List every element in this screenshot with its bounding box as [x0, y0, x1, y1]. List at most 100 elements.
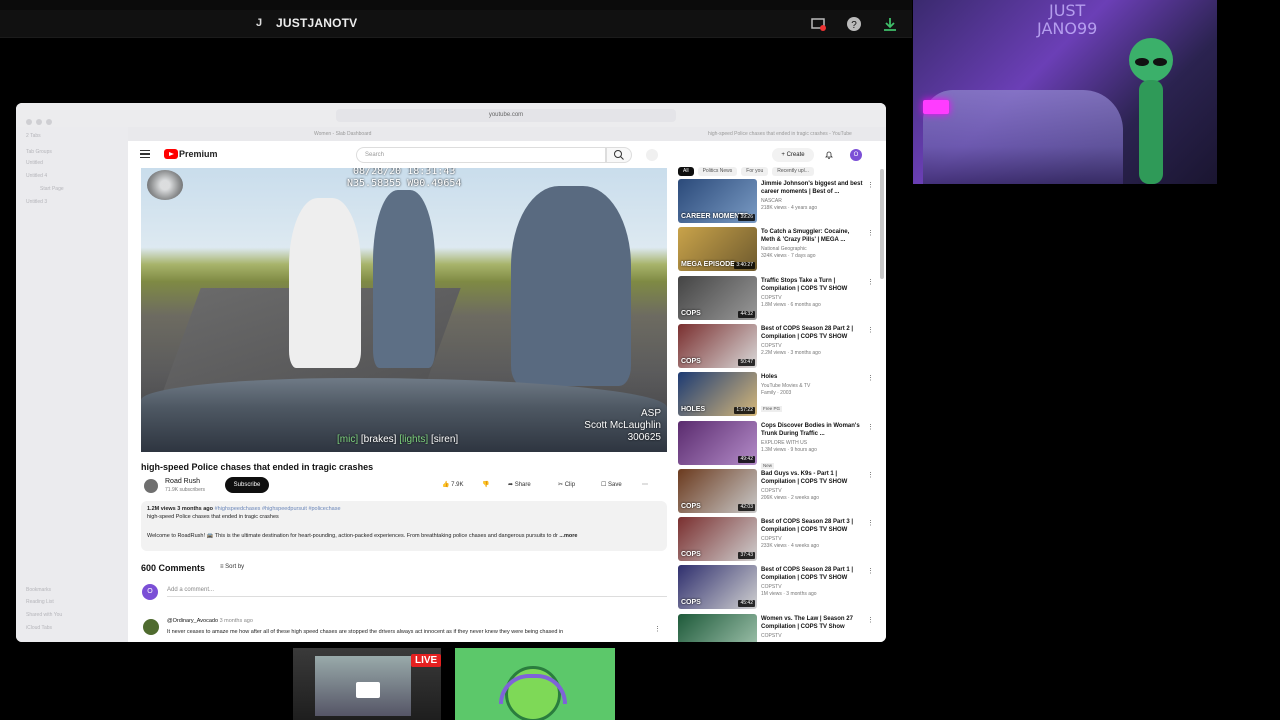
filter-chip[interactable]: Recently upl...: [772, 167, 814, 176]
search-input[interactable]: Search: [356, 147, 606, 163]
account-avatar[interactable]: O: [850, 149, 862, 161]
sidebar-item[interactable]: Untitled 3: [26, 199, 47, 205]
filter-chip[interactable]: All: [678, 167, 694, 176]
comment-avatar[interactable]: [143, 619, 159, 635]
clip-button[interactable]: ✂ Clip: [558, 479, 575, 492]
video-thumbnail[interactable]: COPS 42:03: [678, 468, 757, 513]
related-video-item[interactable]: COPS 42:03 Bad Guys vs. K9s - Part 1 | Com…: [678, 468, 874, 515]
related-channel[interactable]: EXPLORE WITH US: [761, 439, 863, 447]
more-options-icon[interactable]: ⋮: [867, 567, 874, 575]
video-thumbnail[interactable]: HOLES 1:57:22: [678, 372, 757, 417]
video-player[interactable]: 08/28/20 18:31:43 N35.58355 W90.49654 AS…: [141, 168, 667, 452]
related-channel[interactable]: COPSTV: [761, 294, 863, 302]
related-title[interactable]: Jimmie Johnson's biggest and best career…: [761, 180, 863, 196]
sidebar-item[interactable]: Reading List: [26, 599, 54, 605]
share-button[interactable]: ➦ Share: [508, 479, 531, 492]
related-title[interactable]: Holes: [761, 373, 863, 381]
dislike-icon[interactable]: 👎: [482, 479, 489, 492]
filter-chip[interactable]: Politics News: [697, 167, 738, 176]
comment-username[interactable]: @Ordinary_Avocado: [167, 618, 218, 624]
more-options-icon[interactable]: ⋮: [867, 278, 874, 286]
video-thumbnail[interactable]: CAREER MOMENTS 39:26: [678, 179, 757, 223]
related-title[interactable]: Best of COPS Season 28 Part 3 | Compilat…: [761, 518, 863, 534]
video-thumbnail[interactable]: COPS 37:43: [678, 517, 757, 562]
related-video-item[interactable]: HOLES 1:57:22 Holes YouTube Movies & TV Fami…: [678, 372, 874, 418]
video-thumbnail[interactable]: COPS 50:47: [678, 323, 757, 368]
related-channel[interactable]: COPSTV: [761, 535, 863, 543]
sidebar-item[interactable]: Untitled 4: [26, 173, 47, 179]
video-description[interactable]: 1.2M views 3 months ago #highspeedchases…: [141, 501, 667, 551]
address-bar[interactable]: youtube.com: [336, 109, 676, 122]
hamburger-menu-icon[interactable]: [140, 150, 150, 158]
hashtags[interactable]: #highspeedchases #highspeedpursuit #poli…: [215, 506, 341, 512]
related-title[interactable]: Bad Guys vs. K9s - Part 1 | Compilation …: [761, 470, 863, 486]
create-button[interactable]: + Create: [772, 148, 814, 162]
video-thumbnail[interactable]: 49:42: [678, 420, 757, 465]
video-thumbnail[interactable]: COPS 44:32: [678, 275, 757, 320]
related-video-item[interactable]: 49:42 Cops Discover Bodies in Woman's Tru…: [678, 420, 874, 469]
browser-tab[interactable]: Women - Slab Dashboard: [314, 129, 371, 139]
more-options-icon[interactable]: ⋮: [867, 181, 874, 189]
related-channel[interactable]: National Geographic: [761, 245, 863, 253]
related-title[interactable]: Women vs. The Law | Season 27 Compilatio…: [761, 615, 863, 631]
subscribe-button[interactable]: Subscribe: [225, 477, 269, 493]
help-icon[interactable]: ?: [846, 16, 862, 32]
save-button[interactable]: ☐ Save: [601, 479, 622, 492]
browser-tab[interactable]: high-speed Police chases that ended in t…: [708, 129, 852, 139]
more-actions-icon[interactable]: ⋯: [642, 479, 648, 492]
create-label: Create: [786, 152, 805, 158]
youtube-logo-icon[interactable]: [164, 149, 178, 159]
more-link[interactable]: ...more: [559, 533, 577, 539]
page-scrollbar[interactable]: [880, 169, 884, 279]
sidebar-item[interactable]: Bookmarks: [26, 587, 51, 593]
more-options-icon[interactable]: ⋮: [867, 229, 874, 237]
channel-avatar[interactable]: [144, 479, 158, 493]
more-options-icon[interactable]: ⋮: [867, 471, 874, 479]
filter-chip[interactable]: For you: [741, 167, 769, 176]
related-video-item[interactable]: CAREER MOMENTS 39:26 Jimmie Johnson's bigg…: [678, 179, 874, 225]
comment-author[interactable]: @Ordinary_Avocado 3 months ago: [167, 618, 253, 624]
video-thumbnail[interactable]: [678, 613, 757, 642]
related-title[interactable]: Best of COPS Season 28 Part 2 | Compilat…: [761, 325, 863, 341]
related-video-item[interactable]: COPS 44:32 Traffic Stops Take a Turn | Com…: [678, 275, 874, 322]
related-channel[interactable]: COPSTV: [761, 632, 863, 640]
related-video-item[interactable]: COPS 37:43 Best of COPS Season 28 Part 3 |…: [678, 517, 874, 563]
sidebar-item[interactable]: Shared with You: [26, 612, 62, 618]
related-video-item[interactable]: MEGA EPISODE 3:40:27 To Catch a Smuggler: …: [678, 227, 874, 273]
related-title[interactable]: Cops Discover Bodies in Woman's Trunk Du…: [761, 422, 863, 438]
related-channel[interactable]: COPSTV: [761, 487, 863, 495]
channel-name[interactable]: Road Rush: [165, 478, 200, 485]
video-thumbnail[interactable]: COPS 45:42: [678, 565, 757, 610]
related-channel[interactable]: NASCAR: [761, 197, 863, 205]
sidebar-item[interactable]: 2 Tabs: [26, 133, 41, 139]
sidebar-item[interactable]: Untitled: [26, 160, 43, 166]
related-channel[interactable]: COPSTV: [761, 583, 863, 591]
more-options-icon[interactable]: ⋮: [867, 616, 874, 624]
sidebar-item[interactable]: Start Page: [40, 186, 64, 192]
related-title[interactable]: Best of COPS Season 28 Part 1 | Compilat…: [761, 566, 863, 582]
youtube-brand[interactable]: Premium: [179, 149, 218, 159]
screen-share-icon[interactable]: [810, 16, 826, 32]
more-options-icon[interactable]: ⋮: [867, 326, 874, 334]
related-video-item[interactable]: Women vs. The Law | Season 27 Compilatio…: [678, 613, 874, 642]
voice-search-icon[interactable]: [646, 149, 658, 161]
like-button[interactable]: 👍 7.9K: [442, 479, 463, 492]
related-channel[interactable]: COPSTV: [761, 342, 863, 350]
related-title[interactable]: Traffic Stops Take a Turn | Compilation …: [761, 277, 863, 293]
video-trooper: [373, 190, 435, 368]
sidebar-item[interactable]: iCloud Tabs: [26, 625, 52, 631]
search-button[interactable]: [606, 147, 632, 163]
sort-by-button[interactable]: ≡ Sort by: [220, 564, 244, 570]
notifications-bell-icon[interactable]: [824, 150, 834, 160]
comment-menu-icon[interactable]: ⋮: [654, 625, 661, 633]
more-options-icon[interactable]: ⋮: [867, 423, 874, 431]
download-icon[interactable]: [882, 16, 898, 32]
add-comment-input[interactable]: Add a comment...: [167, 587, 667, 597]
related-channel[interactable]: YouTube Movies & TV: [761, 382, 863, 390]
related-title[interactable]: To Catch a Smuggler: Cocaine, Meth & 'Cr…: [761, 228, 863, 244]
related-video-item[interactable]: COPS 45:42 Best of COPS Season 28 Part 1 |…: [678, 565, 874, 611]
more-options-icon[interactable]: ⋮: [867, 519, 874, 527]
more-options-icon[interactable]: ⋮: [867, 374, 874, 382]
video-thumbnail[interactable]: MEGA EPISODE 3:40:27: [678, 227, 757, 272]
related-video-item[interactable]: COPS 50:47 Best of COPS Season 28 Part 2 |…: [678, 323, 874, 370]
